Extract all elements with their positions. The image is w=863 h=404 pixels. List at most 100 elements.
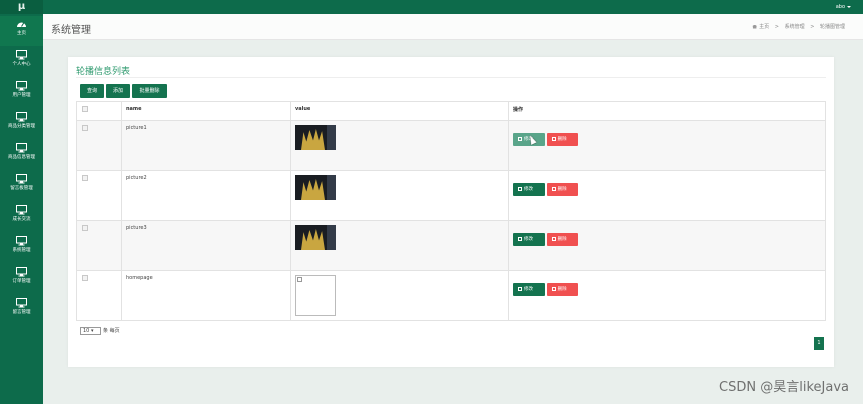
name-cell: picture1 [121,120,291,171]
carousel-thumbnail [295,175,336,200]
user-name: abo [835,4,845,10]
sidebar-item-message-board[interactable]: 留言板管理 [0,171,43,201]
breadcrumb-home[interactable]: 主页 [759,24,769,30]
sidebar: 主页 个人中心 用户管理 商品分类管理 商品信息管理 留言板管理 成长交流 系统… [0,14,43,404]
edit-icon [518,136,522,141]
actions-cell: 修改 删除 [508,270,826,321]
sidebar-item-label: 留言板管理 [10,186,33,191]
page-size-control: 10 ▾ 条 每页 [80,327,120,335]
sidebar-item-label: 商品分类管理 [8,124,35,129]
edit-label: 修改 [524,187,533,192]
sidebar-item-label: 成长交流 [12,217,31,222]
app-logo: μ [0,0,43,14]
delete-label: 删除 [557,287,567,292]
page-header: 系统管理 主页 > 系统管理 > 轮播图管理 [43,14,863,40]
sidebar-item-home[interactable]: 主页 [0,16,43,46]
row-checkbox[interactable] [82,125,88,131]
edit-label: 修改 [524,237,533,242]
delete-button[interactable]: 删除 [546,283,578,296]
monitor-icon [16,205,27,215]
trash-icon [551,286,556,291]
sidebar-item-system[interactable]: 系统管理 [0,233,43,263]
trash-icon [551,136,556,141]
column-header-name: name [121,101,291,121]
name-cell: homepage [121,270,291,321]
carousel-thumbnail [295,225,336,250]
caret-down-icon [847,5,851,8]
value-cell [290,120,509,171]
table-row: homepage 修改 删除 [76,270,826,321]
edit-button[interactable]: 修改 [513,183,545,196]
name-cell: picture3 [121,220,291,271]
row-select-cell [76,270,122,321]
sidebar-item-users[interactable]: 用户管理 [0,78,43,108]
delete-button[interactable]: 删除 [546,233,578,246]
name-cell: picture2 [121,170,291,221]
select-all-checkbox[interactable] [82,106,88,112]
delete-button[interactable]: 删除 [546,133,578,146]
table-row: picture1 修改 删除 [76,120,826,171]
edit-button[interactable]: 修改 [513,283,545,296]
row-select-cell [76,220,122,271]
breadcrumb-separator: > [810,24,815,30]
row-checkbox[interactable] [82,275,88,281]
add-button[interactable]: 添加 [106,84,130,98]
table-row: picture2 修改 删除 [76,170,826,221]
sidebar-item-product-category[interactable]: 商品分类管理 [0,109,43,139]
sidebar-item-label: 用户管理 [12,93,31,98]
per-page-label: 条 每页 [103,328,120,334]
breadcrumb-system[interactable]: 系统管理 [785,24,805,30]
top-bar: μ abo [0,0,863,14]
home-icon [752,24,758,29]
value-cell [290,170,509,221]
sidebar-item-label: 商品信息管理 [8,155,35,160]
actions-cell: 修改 删除 [508,220,826,271]
monitor-icon [16,174,27,184]
breadcrumb-current: 轮播图管理 [819,24,845,30]
carousel-list-panel: 轮播信息列表 查询 添加 批量删除 name value 操作 picture1… [68,57,834,367]
sidebar-item-label: 主页 [17,31,26,36]
edit-label: 修改 [524,287,533,292]
page-size-value: 10 [83,328,90,334]
row-checkbox[interactable] [82,225,88,231]
sidebar-item-product-info[interactable]: 商品信息管理 [0,140,43,170]
sidebar-item-profile[interactable]: 个人中心 [0,47,43,77]
table-row: picture3 修改 删除 [76,220,826,271]
query-button[interactable]: 查询 [80,84,104,98]
delete-label: 删除 [557,237,567,242]
monitor-icon [16,50,27,60]
watermark: CSDN @昊言likeJava [719,380,849,395]
sidebar-item-label: 系统管理 [12,248,31,253]
monitor-icon [16,81,27,91]
delete-label: 删除 [557,137,567,142]
row-select-cell [76,120,122,171]
table-header-row: name value 操作 [76,101,826,121]
sidebar-item-label: 留言管理 [12,310,31,315]
sidebar-item-messages[interactable]: 留言管理 [0,295,43,325]
row-select-cell [76,170,122,221]
column-header-select [76,101,122,121]
value-cell [290,270,509,321]
trash-icon [551,186,556,191]
carousel-thumbnail [295,125,336,150]
sidebar-item-growth-exchange[interactable]: 成长交流 [0,202,43,232]
user-menu[interactable]: abo [836,0,851,14]
trash-icon [551,236,556,241]
row-checkbox[interactable] [82,175,88,181]
actions-cell: 修改 删除 [508,120,826,171]
value-cell [290,220,509,271]
edit-button[interactable]: 修改 [513,233,545,246]
edit-icon [518,286,522,291]
edit-icon [518,186,522,191]
sidebar-item-label: 订单管理 [12,279,31,284]
page-button-current[interactable]: 1 [814,337,824,350]
delete-button[interactable]: 删除 [546,183,578,196]
page-size-select[interactable]: 10 ▾ [80,327,101,335]
monitor-icon [16,267,27,277]
batch-delete-button[interactable]: 批量删除 [132,84,167,98]
sidebar-item-orders[interactable]: 订单管理 [0,264,43,294]
broken-image-icon [295,275,336,316]
column-header-actions: 操作 [508,101,826,121]
breadcrumb: 主页 > 系统管理 > 轮播图管理 [752,23,845,30]
carousel-table: name value 操作 picture1 修改 删除 picture2 修改… [76,101,826,321]
